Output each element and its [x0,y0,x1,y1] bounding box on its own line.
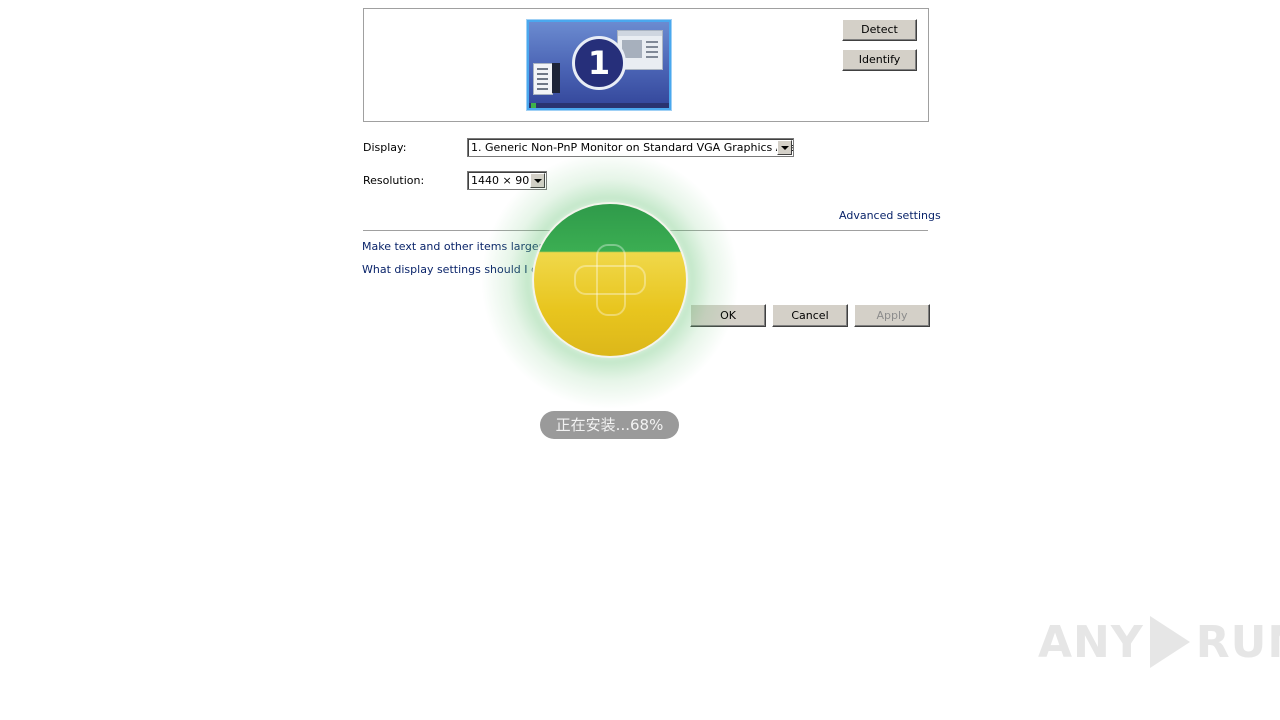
cancel-button[interactable]: Cancel [772,304,848,327]
plus-icon-bar [574,265,646,295]
installer-progress-orb [532,202,688,358]
installer-status-badge: 正在安装...68% [540,411,679,439]
watermark-left-text: ANY [1038,616,1144,668]
resolution-label: Resolution: [363,174,425,187]
monitor-dark-window-graphic [552,63,560,93]
display-label: Display: [363,141,407,154]
advanced-settings-link[interactable]: Advanced settings [839,209,941,222]
monitor-taskbar-graphic [529,103,669,108]
monitor-document-graphic [533,63,553,95]
play-icon [1149,616,1190,668]
screen: 1 Detect Identify Display: 1. Generic No… [0,0,1280,720]
monitor-1-thumbnail[interactable]: 1 [527,20,671,110]
chevron-down-icon[interactable] [777,140,792,155]
watermark-right-text: RUN [1195,616,1280,668]
apply-button[interactable]: Apply [854,304,930,327]
anyrun-watermark: ANY RUN [1038,612,1280,672]
identify-button[interactable]: Identify [842,49,917,71]
monitor-start-graphic [531,103,536,108]
monitor-number-badge: 1 [572,36,626,90]
detect-button[interactable]: Detect [842,19,917,41]
